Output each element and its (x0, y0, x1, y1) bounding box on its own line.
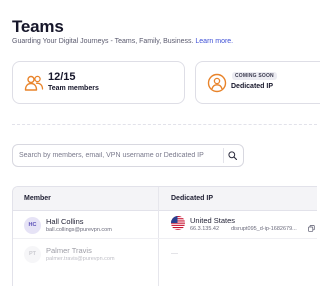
team-members-label: Team members (48, 85, 99, 92)
user-location-icon (207, 73, 227, 93)
search-bar (12, 144, 244, 167)
subtitle-text: Guarding Your Digital Journeys - Teams, … (12, 38, 194, 45)
dedicated-ip-empty: — (171, 250, 178, 257)
copy-icon[interactable] (308, 225, 315, 232)
team-members-card[interactable]: 12/15 Team members (12, 61, 185, 104)
us-flag-icon (171, 216, 185, 230)
page-title: Teams (12, 17, 64, 36)
search-input[interactable] (19, 147, 209, 164)
ip-country: United States (190, 216, 236, 225)
members-table: Member Dedicated IP HC Hall Collins ball… (12, 186, 317, 286)
learn-more-link[interactable]: Learn more. (195, 38, 233, 45)
team-members-count: 12/15 (48, 71, 76, 83)
avatar: PT (24, 246, 41, 263)
coming-soon-badge: COMING SOON (232, 72, 277, 80)
ip-hostname: disrupt095_d-ip-1682679... (231, 226, 297, 232)
member-email: ball.collings@purevpn.com (46, 227, 112, 233)
column-header-dedicated-ip[interactable]: Dedicated IP (171, 195, 213, 202)
users-icon (24, 75, 44, 91)
dedicated-ip-card[interactable]: COMING SOON Dedicated IP (195, 61, 320, 104)
member-name: Hall Collins (46, 217, 84, 226)
avatar: HC (24, 217, 41, 234)
member-email: palmer.travis@purevpn.com (46, 256, 115, 262)
section-divider (12, 124, 317, 125)
column-header-member[interactable]: Member (24, 195, 51, 202)
table-row[interactable]: PT Palmer Travis palmer.travis@purevpn.c… (13, 240, 317, 268)
search-button[interactable] (223, 148, 240, 163)
search-icon (228, 151, 237, 160)
table-row[interactable]: HC Hall Collins ball.collings@purevpn.co… (13, 211, 317, 239)
dedicated-ip-label: Dedicated IP (231, 83, 274, 90)
page-subtitle: Guarding Your Digital Journeys - Teams, … (12, 38, 233, 45)
table-header: Member Dedicated IP (13, 187, 317, 211)
ip-address: 66.3.135.42 (190, 226, 220, 232)
member-name: Palmer Travis (46, 246, 92, 255)
